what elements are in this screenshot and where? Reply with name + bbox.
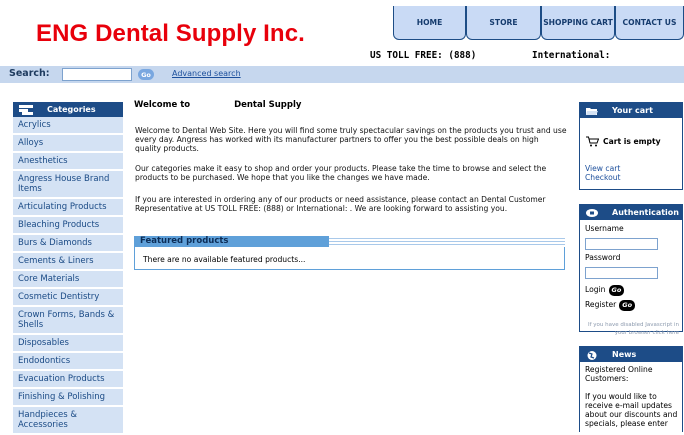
authentication-title: Authentication xyxy=(612,208,679,217)
categories-paragraph: Our categories make it easy to shop and … xyxy=(135,164,547,182)
username-label: Username xyxy=(585,224,624,233)
category-item[interactable]: Cosmetic Dentistry xyxy=(13,289,123,307)
cart-links: View cart Checkout xyxy=(580,151,682,182)
password-input[interactable] xyxy=(585,266,658,279)
login-go-button[interactable]: Go xyxy=(608,285,625,296)
cart-title: Your cart xyxy=(612,106,653,115)
javascript-note[interactable]: If you have disabled Javascript in your … xyxy=(585,321,682,337)
category-item[interactable]: Crown Forms, Bands & Shells xyxy=(13,307,123,335)
nav-store[interactable]: STORE xyxy=(466,6,541,40)
categories-title: Categories xyxy=(47,105,96,114)
category-item[interactable]: Endodontics xyxy=(13,353,123,371)
news-header: News xyxy=(580,347,682,362)
category-item[interactable]: Evacuation Products xyxy=(13,371,123,389)
news-box: News Registered Online Customers: If you… xyxy=(579,346,683,432)
cart-status-row: Cart is empty xyxy=(580,118,682,151)
category-item[interactable]: Acrylics xyxy=(13,117,123,135)
category-item[interactable]: Alloys xyxy=(13,135,123,153)
intro-paragraph: Welcome to Dental Web Site. Here you wil… xyxy=(135,126,567,153)
nav-home[interactable]: HOME xyxy=(393,6,466,40)
cart-status: Cart is empty xyxy=(603,137,661,146)
categories-header: Categories xyxy=(13,102,123,117)
international-number: International: xyxy=(532,50,611,61)
page-title-part1: Welcome to xyxy=(134,100,191,110)
toll-free-number: US TOLL FREE: (888) xyxy=(370,50,477,61)
featured-products-title: Featured products xyxy=(134,236,329,247)
page-title-part2: Dental Supply xyxy=(234,100,302,110)
nav-contact-us[interactable]: CONTACT US xyxy=(615,6,684,40)
search-go-button[interactable]: Go xyxy=(138,69,154,80)
register-go-button[interactable]: Go xyxy=(619,300,636,311)
category-item[interactable]: Core Materials xyxy=(13,271,123,289)
categories-icon xyxy=(19,104,33,115)
category-item[interactable]: Cements & Liners xyxy=(13,253,123,271)
category-item[interactable]: Angress House Brand Items xyxy=(13,171,123,199)
page-title: Welcome to Dental Supply xyxy=(134,100,301,110)
category-item[interactable]: Finishing & Polishing xyxy=(13,389,123,407)
authentication-header: Authentication xyxy=(580,205,682,220)
cart-box: Your cart Cart is empty View cart Checko… xyxy=(579,102,683,190)
view-cart-link[interactable]: View cart xyxy=(585,164,682,173)
cart-folder-icon xyxy=(586,106,598,116)
nav-shopping-cart[interactable]: SHOPPING CART xyxy=(541,6,615,40)
search-input[interactable] xyxy=(62,68,132,81)
key-icon xyxy=(586,208,598,218)
register-row: Register Go xyxy=(585,300,682,311)
search-label: Search: xyxy=(9,68,50,79)
shopping-cart-icon xyxy=(586,132,600,151)
news-text-1: Registered Online Customers: xyxy=(585,365,653,383)
username-input[interactable] xyxy=(585,237,658,250)
cart-header: Your cart xyxy=(580,103,682,118)
checkout-link[interactable]: Checkout xyxy=(585,173,682,182)
category-item[interactable]: Bleaching Products xyxy=(13,217,123,235)
news-globe-icon xyxy=(586,350,598,360)
advanced-search-link[interactable]: Advanced search xyxy=(172,69,241,78)
category-item[interactable]: Burs & Diamonds xyxy=(13,235,123,253)
site-logo[interactable]: ENG Dental Supply Inc. xyxy=(36,20,305,48)
featured-products-message: There are no available featured products… xyxy=(143,255,306,264)
category-item[interactable]: Disposables xyxy=(13,335,123,353)
category-item[interactable]: Anesthetics xyxy=(13,153,123,171)
login-row: Login Go xyxy=(585,285,682,296)
contact-paragraph: If you are interested in ordering any of… xyxy=(135,195,546,213)
password-label: Password xyxy=(585,253,621,262)
register-label: Register xyxy=(585,300,617,309)
login-label: Login xyxy=(585,285,606,294)
authentication-box: Authentication Username Password Login Go… xyxy=(579,204,683,336)
category-item[interactable]: Articulating Products xyxy=(13,199,123,217)
category-list: Acrylics Alloys Anesthetics Angress House B… xyxy=(13,117,123,435)
news-text-2: If you would like to receive e-mail upda… xyxy=(585,392,678,428)
news-title: News xyxy=(612,350,637,359)
featured-header-lines xyxy=(329,236,565,247)
